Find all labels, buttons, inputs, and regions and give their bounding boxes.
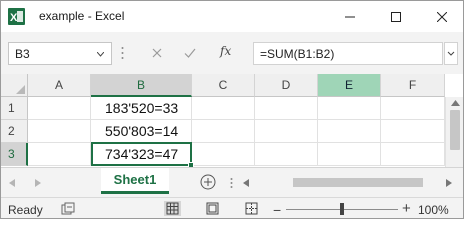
cell-b2[interactable]: 550'803=14 [91, 120, 192, 143]
column-header-e[interactable]: E [318, 74, 381, 97]
cancel-icon[interactable] [149, 45, 165, 61]
worksheet-grid: A B C D E F 1 2 3 183'520=33 550'803=14 … [1, 74, 463, 168]
previous-sheet-icon[interactable] [9, 179, 15, 187]
close-icon [437, 11, 447, 22]
scroll-right-icon[interactable] [446, 179, 452, 187]
formula-bar: B3 fx =SUM(B1:B2) [1, 32, 463, 74]
next-sheet-icon[interactable] [35, 179, 41, 187]
horizontal-scrollbar[interactable] [241, 173, 459, 192]
chevron-down-icon[interactable] [97, 52, 104, 57]
cell-e3[interactable] [318, 143, 381, 166]
cell-a2[interactable] [28, 120, 91, 143]
cell-f1[interactable] [381, 97, 445, 120]
zoom-out-icon[interactable]: − [273, 202, 281, 218]
page-layout-view-button[interactable] [204, 201, 221, 216]
insert-function-icon[interactable]: fx [220, 44, 231, 58]
formula-text: =SUM(B1:B2) [260, 47, 335, 61]
maximize-button[interactable] [373, 1, 419, 32]
page-layout-icon [206, 202, 219, 215]
cell-c1[interactable] [192, 97, 255, 120]
formula-input[interactable]: =SUM(B1:B2) [253, 42, 443, 65]
cell-a1[interactable] [28, 97, 91, 120]
title-bar: X example - Excel [1, 1, 463, 32]
excel-window: X example - Excel B3 fx =SUM(B1:B2) A B … [0, 0, 464, 219]
row-header-1[interactable]: 1 [1, 97, 28, 120]
cell-a3[interactable] [28, 143, 91, 166]
column-header-a[interactable]: A [28, 74, 91, 97]
scroll-left-icon[interactable] [243, 179, 249, 187]
cell-b1[interactable]: 183'520=33 [91, 97, 192, 120]
page-break-view-button[interactable] [243, 201, 260, 216]
formula-expand-button[interactable] [444, 42, 458, 65]
cell-f3[interactable] [381, 143, 445, 166]
svg-text:X: X [10, 12, 18, 24]
column-header-c[interactable]: C [192, 74, 255, 97]
cell-c2[interactable] [192, 120, 255, 143]
zoom-level[interactable]: 100% [418, 203, 449, 217]
cell-d1[interactable] [255, 97, 318, 120]
select-all-corner[interactable] [1, 74, 28, 97]
sheet-tab-sheet1[interactable]: Sheet1 [101, 168, 169, 194]
excel-app-icon: X [8, 8, 25, 25]
cell-e2[interactable] [318, 120, 381, 143]
zoom-in-icon[interactable]: + [402, 200, 411, 217]
cell-b1-value: 183'520=33 [105, 100, 179, 116]
sheet-tab-bar: Sheet1 [1, 167, 463, 197]
status-bar: Ready − + 100% [1, 197, 463, 218]
column-header-f[interactable]: F [381, 74, 445, 97]
tab-split-handle-icon[interactable] [230, 177, 233, 189]
close-button[interactable] [419, 1, 463, 32]
cell-f2[interactable] [381, 120, 445, 143]
status-ready-text: Ready [8, 203, 43, 217]
vertical-scroll-thumb[interactable] [450, 110, 460, 150]
minimize-icon [345, 16, 355, 17]
row-header-3[interactable]: 3 [1, 143, 28, 166]
cell-mode-icon[interactable] [61, 202, 75, 216]
minimize-button[interactable] [327, 1, 373, 32]
cell-d3[interactable] [255, 143, 318, 166]
column-header-d[interactable]: D [255, 74, 318, 97]
cell-b2-value: 550'803=14 [105, 123, 179, 139]
horizontal-scroll-thumb[interactable] [293, 178, 423, 187]
cell-e1[interactable] [318, 97, 381, 120]
row-header-2[interactable]: 2 [1, 120, 28, 143]
cell-d2[interactable] [255, 120, 318, 143]
column-header-b[interactable]: B [91, 74, 192, 97]
vertical-scrollbar[interactable] [445, 97, 463, 167]
window-title: example - Excel [39, 9, 125, 23]
zoom-slider-thumb[interactable] [340, 203, 344, 215]
scroll-up-icon[interactable] [451, 100, 460, 106]
normal-view-button[interactable] [164, 201, 181, 216]
name-box[interactable]: B3 [8, 42, 112, 65]
name-box-value: B3 [15, 47, 30, 61]
checkmark-icon[interactable] [182, 45, 198, 61]
grid-view-icon [166, 202, 179, 215]
select-all-icon [16, 85, 25, 94]
page-break-icon [245, 202, 258, 215]
drag-handle-icon[interactable] [121, 46, 124, 60]
active-cell-border [91, 142, 192, 166]
maximize-icon [391, 11, 401, 22]
cell-c3[interactable] [192, 143, 255, 166]
chevron-down-icon [447, 51, 455, 56]
add-sheet-icon[interactable] [200, 174, 216, 190]
